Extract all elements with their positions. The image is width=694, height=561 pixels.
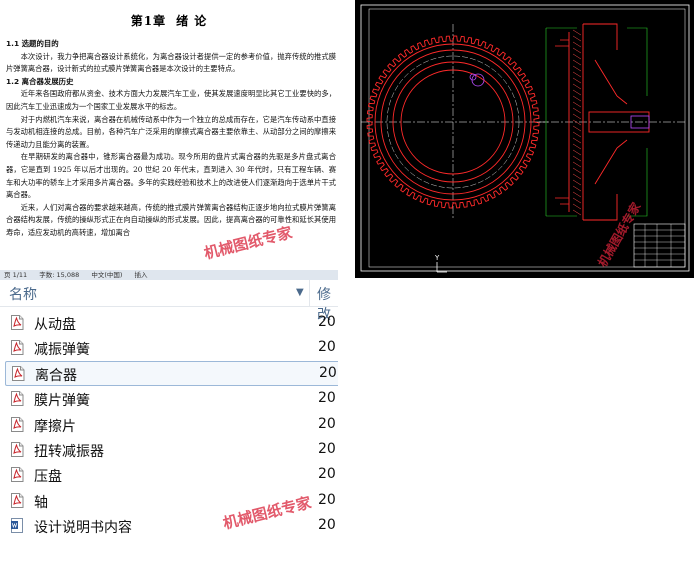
file-name: 扭转减振器 [34, 443, 104, 460]
column-separator[interactable] [309, 280, 310, 306]
front-view-gear [361, 24, 548, 220]
hatch-line [572, 161, 582, 168]
drawing-frame [360, 4, 690, 272]
status-mode: 插入 [134, 271, 148, 279]
cad-drawing: Y [360, 4, 690, 273]
pdf-file-icon [11, 315, 24, 330]
hatch-line [572, 173, 582, 180]
pane-divider [338, 0, 355, 561]
file-name: 轴 [34, 494, 48, 511]
file-modified: 20 [319, 364, 337, 381]
list-item[interactable]: 压盘 20 [0, 462, 338, 487]
hatch-line [572, 167, 582, 174]
hatch-line [572, 29, 582, 36]
list-item[interactable]: 扭转减振器 20 [0, 437, 338, 462]
word-file-icon [11, 518, 23, 534]
paragraph: 对于内燃机汽车来说，离合器在机械传动系中作为一个独立的总成而存在，它是汽车传动系… [6, 114, 336, 149]
section-heading: 1.2 离合器发展历史 [6, 76, 74, 86]
hatch-line [572, 143, 582, 150]
sort-down-icon[interactable]: ▼ [296, 287, 304, 298]
hatch-line [572, 137, 582, 144]
hatch-line [572, 65, 582, 72]
file-modified: 20 [318, 466, 336, 483]
pdf-file-icon [11, 492, 24, 508]
file-modified: 20 [318, 314, 336, 330]
hatch-line [572, 203, 582, 210]
hatch-line [572, 197, 582, 204]
hatch-line [572, 131, 582, 138]
file-modified: 20 [318, 517, 336, 534]
title-block-frame [633, 223, 686, 268]
list-item[interactable]: 摩擦片 20 [0, 412, 338, 437]
hatch-line [572, 53, 582, 60]
pdf-file-icon [11, 467, 24, 483]
document-preview: 第1章绪 论 1.1 选题的目的 本次设计，我力争把离合器设计系统化，为离合器设… [0, 0, 338, 270]
file-name: 摩擦片 [34, 418, 76, 435]
hatch-line [572, 71, 582, 78]
pdf-file-icon [11, 416, 24, 432]
hatch-line [572, 101, 582, 108]
hatch-line [572, 149, 582, 156]
paragraph: 在早期研发的离合器中，锥形离合器最为成功。现今所用的盘片式离合器的先驱是多片盘式… [6, 152, 336, 200]
hatch-line [572, 83, 582, 90]
chapter-title: 第1章绪 论 [130, 14, 208, 28]
pdf-file-icon [12, 365, 25, 381]
pdf-file-icon [11, 391, 24, 407]
hatch-line [572, 209, 582, 216]
file-explorer: 名称 ▼ 修改 从动盘 20 减振弹簧 20 离合器 20 膜片弹簧 20 摩擦片 20 扭转减振器… [0, 280, 338, 561]
paragraph: 近年来各国政府都从资金、技术方面大力发展汽车工业，使其发展速度明显比其它工业要快… [6, 89, 336, 111]
file-modified: 20 [318, 440, 336, 457]
file-name: 从动盘 [34, 317, 76, 333]
hatch-line [572, 113, 582, 120]
section-heading: 1.1 选题的目的 [6, 39, 59, 48]
hatch-line [572, 185, 582, 192]
pdf-file-icon [11, 340, 24, 356]
list-item[interactable]: 离合器 20 [5, 360, 338, 387]
title-block [633, 223, 686, 268]
file-modified: 20 [318, 415, 336, 432]
hatch-line [572, 59, 582, 66]
status-bar: 页 1/11 字数: 15,088 中文(中国) 插入 [0, 270, 338, 280]
pdf-file-icon [11, 441, 24, 457]
axis-y-label: Y [434, 254, 440, 262]
file-modified: 20 [318, 491, 336, 508]
column-name-header[interactable]: 名称 [9, 284, 37, 304]
hatch-line [572, 95, 582, 102]
list-item[interactable]: 从动盘 20 [0, 310, 338, 335]
status-words: 字数: 15,088 [39, 271, 80, 279]
status-page: 页 1/11 [4, 271, 28, 279]
hatch-line [572, 155, 582, 162]
column-header: 名称 ▼ 修改 [0, 280, 338, 323]
ucs-icon: Y [434, 254, 447, 273]
side-section-view [537, 23, 685, 221]
border-outer [360, 4, 690, 272]
document-body: 1.1 选题的目的 本次设计，我力争把离合器设计系统化，为离合器设计者提供一定的… [6, 38, 336, 240]
hatch-line [572, 41, 582, 48]
hatch-line [572, 47, 582, 54]
list-item[interactable]: 膜片弹簧 20 [0, 386, 338, 411]
file-name: 压盘 [34, 469, 62, 486]
hatch-line [572, 191, 582, 198]
hatch-line [572, 89, 582, 96]
cad-drawing-viewport[interactable]: Y 机械图纸专家 [355, 0, 694, 278]
file-name: 离合器 [35, 367, 77, 384]
hatch-line [572, 119, 582, 126]
hatch-line [572, 77, 582, 84]
status-language: 中文(中国) [91, 271, 123, 279]
hatch-line [572, 107, 582, 114]
list-item[interactable]: 减振弹簧 20 [0, 335, 338, 360]
hatch-line [572, 125, 582, 132]
hatch-line [572, 35, 582, 42]
file-modified: 20 [318, 390, 336, 407]
border-inner [368, 8, 686, 268]
file-name: 膜片弹簧 [34, 393, 90, 410]
hatch-line [572, 179, 582, 186]
file-modified: 20 [318, 339, 336, 356]
file-name: 设计说明书内容 [34, 520, 132, 537]
paragraph: 本次设计，我力争把离合器设计系统化，为离合器设计者提供一定的参考价值，抛弃传统的… [6, 51, 336, 74]
file-name: 减振弹簧 [34, 342, 90, 359]
